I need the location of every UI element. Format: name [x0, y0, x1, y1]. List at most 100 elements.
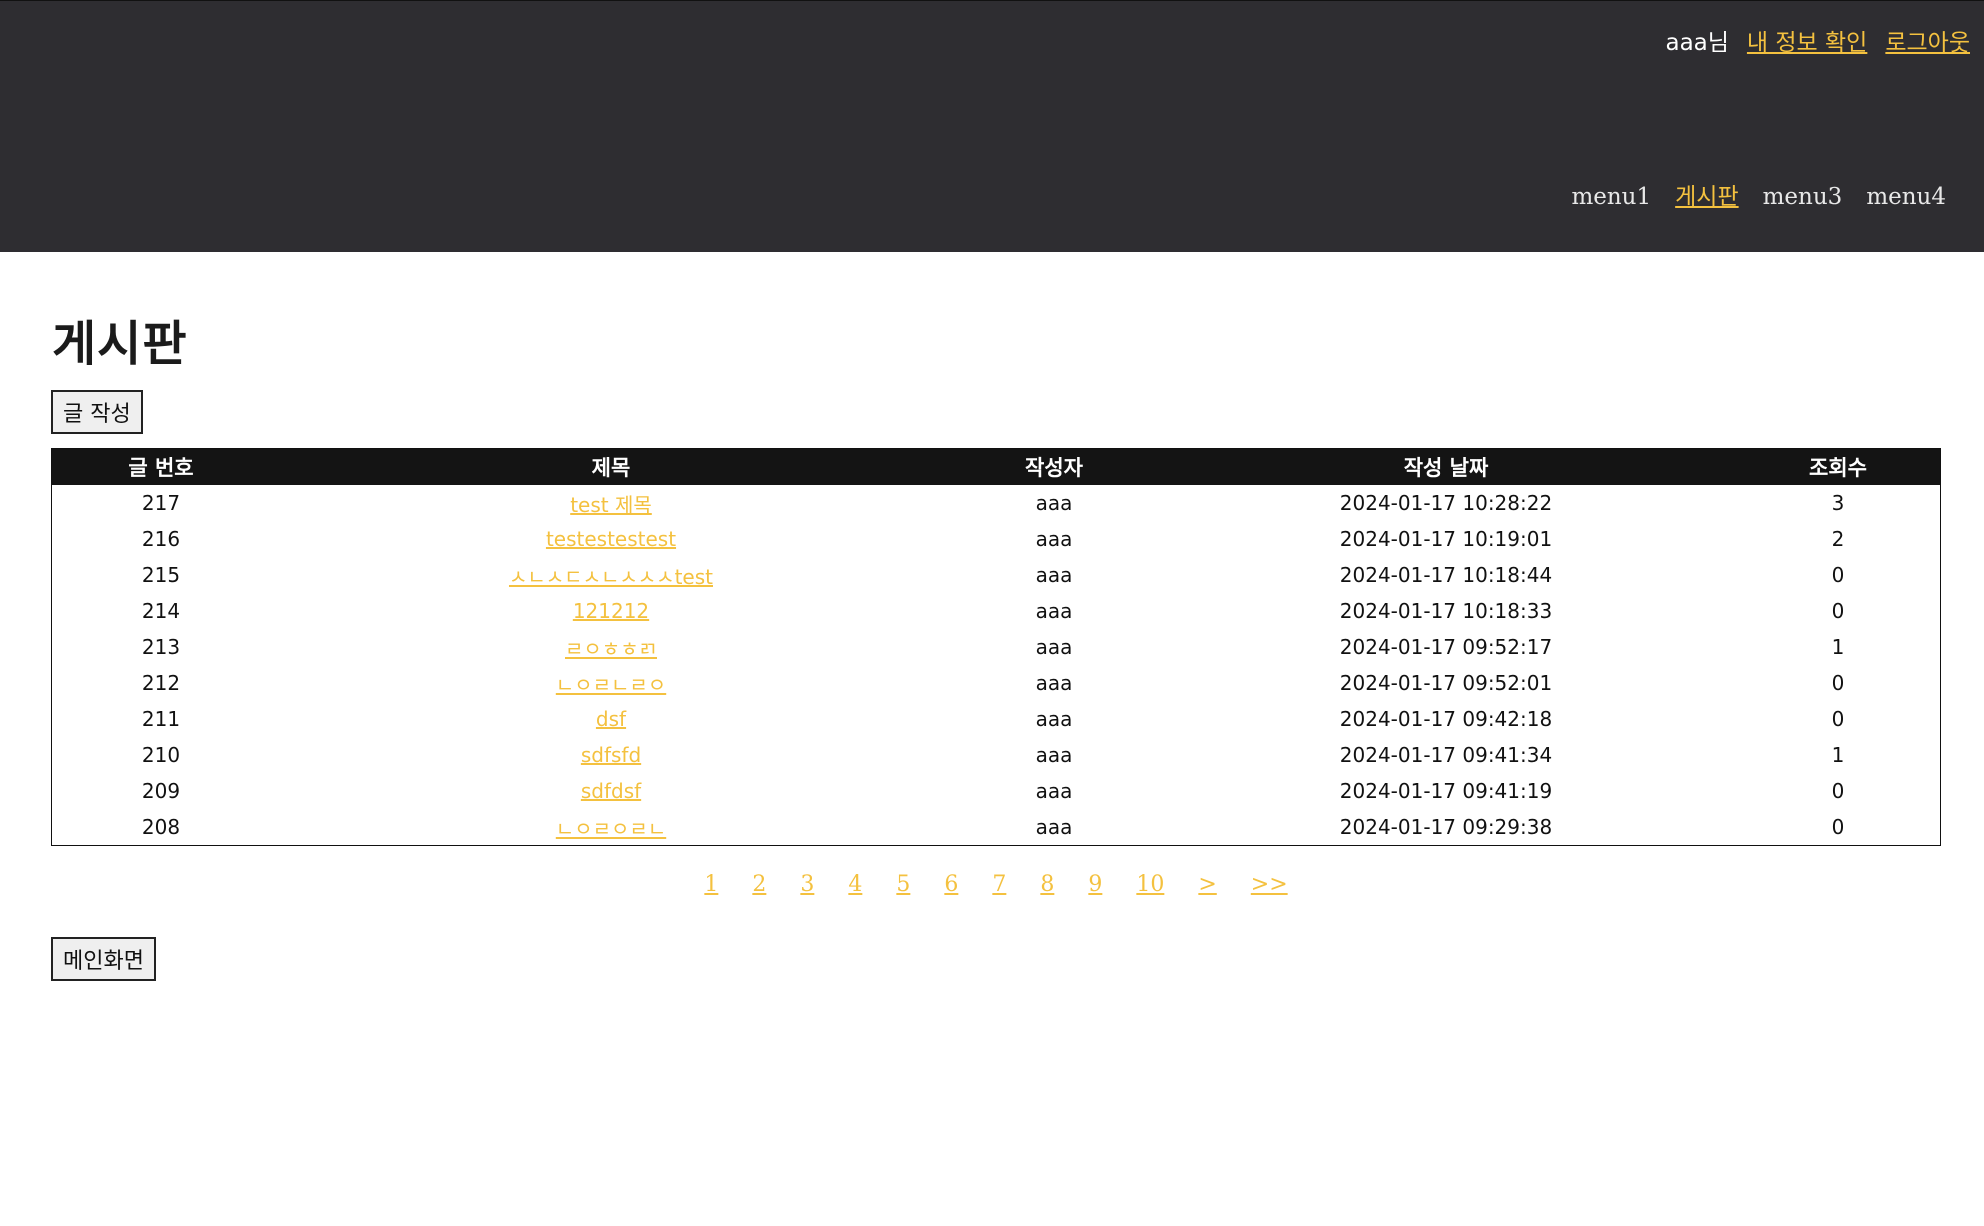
- post-title-link[interactable]: ㅅㄴㅅㄷㅅㄴㅅㅅㅅtest: [509, 565, 713, 589]
- user-name: aaa님: [1665, 30, 1729, 56]
- table-row: 215 ㅅㄴㅅㄷㅅㄴㅅㅅㅅtest aaa 2024-01-17 10:18:4…: [52, 557, 1941, 593]
- post-author: aaa: [1035, 815, 1073, 839]
- post-title-link[interactable]: sdfsfd: [581, 743, 641, 767]
- post-author: aaa: [1035, 779, 1073, 803]
- post-date: 2024-01-17 10:19:01: [1339, 527, 1553, 551]
- col-header-views: 조회수: [1736, 448, 1941, 485]
- post-title-cell: 121212: [270, 593, 952, 629]
- post-views: 1: [1831, 743, 1845, 767]
- post-author: aaa: [1035, 563, 1073, 587]
- col-header-author: 작성자: [952, 448, 1156, 485]
- main-content: 게시판 글 작성 글 번호 제목 작성자 작성 날짜 조회수 217 test …: [0, 304, 1984, 981]
- page-link-6[interactable]: 6: [944, 872, 958, 897]
- col-header-title: 제목: [270, 448, 952, 485]
- table-row: 216 testestestest aaa 2024-01-17 10:19:0…: [52, 521, 1941, 557]
- page-link-9[interactable]: 9: [1088, 872, 1102, 897]
- post-title-cell: ㅅㄴㅅㄷㅅㄴㅅㅅㅅtest: [270, 557, 952, 593]
- post-title-link[interactable]: 121212: [573, 599, 649, 623]
- post-views: 0: [1831, 563, 1845, 587]
- table-row: 214 121212 aaa 2024-01-17 10:18:33 0: [52, 593, 1941, 629]
- page-link-7[interactable]: 7: [992, 872, 1006, 897]
- post-views: 2: [1831, 527, 1845, 551]
- write-post-button[interactable]: 글 작성: [51, 390, 143, 434]
- table-row: 208 ㄴㅇㄹㅇㄹㄴ aaa 2024-01-17 09:29:38 0: [52, 809, 1941, 846]
- table-row: 217 test 제목 aaa 2024-01-17 10:28:22 3: [52, 485, 1941, 521]
- post-title-link[interactable]: sdfdsf: [581, 779, 641, 803]
- table-row: 210 sdfsfd aaa 2024-01-17 09:41:34 1: [52, 737, 1941, 773]
- logout-link[interactable]: 로그아웃: [1885, 23, 1970, 57]
- post-no: 217: [141, 491, 181, 515]
- post-no: 210: [141, 743, 181, 767]
- post-views: 0: [1831, 599, 1845, 623]
- post-author: aaa: [1035, 743, 1073, 767]
- post-author: aaa: [1035, 671, 1073, 695]
- post-no: 216: [141, 527, 181, 551]
- user-bar: aaa님 내 정보 확인 로그아웃: [1665, 23, 1970, 57]
- post-views: 0: [1831, 671, 1845, 695]
- post-date: 2024-01-17 09:29:38: [1339, 815, 1553, 839]
- post-title-cell: ㄴㅇㄹㅇㄹㄴ: [270, 809, 952, 846]
- table-row: 213 ㄹㅇㅎㅎㄺ aaa 2024-01-17 09:52:17 1: [52, 629, 1941, 665]
- table-row: 209 sdfdsf aaa 2024-01-17 09:41:19 0: [52, 773, 1941, 809]
- board-table: 글 번호 제목 작성자 작성 날짜 조회수 217 test 제목 aaa 20…: [51, 448, 1941, 846]
- post-title-link[interactable]: test 제목: [570, 493, 652, 517]
- post-no: 212: [141, 671, 181, 695]
- post-date: 2024-01-17 09:41:34: [1339, 743, 1553, 767]
- post-no: 211: [141, 707, 181, 731]
- post-author: aaa: [1035, 635, 1073, 659]
- post-title-link[interactable]: ㄴㅇㄹㄴㄹㅇ: [556, 673, 666, 697]
- page-link-4[interactable]: 4: [848, 872, 862, 897]
- nav-menu1[interactable]: menu1: [1571, 184, 1651, 210]
- post-title-cell: testestestest: [270, 521, 952, 557]
- post-author: aaa: [1035, 599, 1073, 623]
- page-link-3[interactable]: 3: [800, 872, 814, 897]
- post-date: 2024-01-17 10:18:33: [1339, 599, 1553, 623]
- my-info-link[interactable]: 내 정보 확인: [1747, 23, 1867, 57]
- col-header-date: 작성 날짜: [1156, 448, 1736, 485]
- post-title-link[interactable]: ㄹㅇㅎㅎㄺ: [565, 637, 657, 661]
- post-title-cell: test 제목: [270, 485, 952, 521]
- post-no: 209: [141, 779, 181, 803]
- post-title-cell: dsf: [270, 701, 952, 737]
- col-header-no: 글 번호: [51, 448, 270, 485]
- post-no: 213: [141, 635, 181, 659]
- page-link-1[interactable]: 1: [704, 872, 718, 897]
- post-title-link[interactable]: testestestest: [546, 527, 676, 551]
- table-header-row: 글 번호 제목 작성자 작성 날짜 조회수: [51, 448, 1941, 485]
- post-views: 0: [1831, 707, 1845, 731]
- post-author: aaa: [1035, 491, 1073, 515]
- table-row: 212 ㄴㅇㄹㄴㄹㅇ aaa 2024-01-17 09:52:01 0: [52, 665, 1941, 701]
- post-date: 2024-01-17 10:28:22: [1339, 491, 1553, 515]
- nav-board[interactable]: 게시판: [1675, 177, 1738, 211]
- last-page-link[interactable]: >>: [1251, 872, 1288, 897]
- post-views: 3: [1831, 491, 1845, 515]
- nav-menu3[interactable]: menu3: [1763, 184, 1843, 210]
- post-title-cell: sdfsfd: [270, 737, 952, 773]
- next-page-link[interactable]: >: [1198, 872, 1216, 897]
- page-link-8[interactable]: 8: [1040, 872, 1054, 897]
- main-button-wrap: 메인화면: [51, 937, 1933, 981]
- post-views: 1: [1831, 635, 1845, 659]
- post-title-link[interactable]: dsf: [596, 707, 626, 731]
- post-author: aaa: [1035, 707, 1073, 731]
- site-header: aaa님 내 정보 확인 로그아웃 menu1 게시판 menu3 menu4: [0, 0, 1984, 252]
- post-views: 0: [1831, 815, 1845, 839]
- page-link-5[interactable]: 5: [896, 872, 910, 897]
- post-title-cell: sdfdsf: [270, 773, 952, 809]
- post-title-cell: ㄴㅇㄹㄴㄹㅇ: [270, 665, 952, 701]
- post-no: 208: [141, 815, 181, 839]
- post-date: 2024-01-17 09:42:18: [1339, 707, 1553, 731]
- post-date: 2024-01-17 09:52:17: [1339, 635, 1553, 659]
- post-views: 0: [1831, 779, 1845, 803]
- main-page-button[interactable]: 메인화면: [51, 937, 156, 981]
- page-link-2[interactable]: 2: [752, 872, 766, 897]
- post-no: 215: [141, 563, 181, 587]
- post-date: 2024-01-17 09:41:19: [1339, 779, 1553, 803]
- nav-menu4[interactable]: menu4: [1866, 184, 1946, 210]
- pagination: 1 2 3 4 5 6 7 8 9 10 > >>: [51, 872, 1941, 897]
- page-title: 게시판: [52, 316, 188, 372]
- main-nav: menu1 게시판 menu3 menu4: [1571, 177, 1946, 211]
- post-title-link[interactable]: ㄴㅇㄹㅇㄹㄴ: [556, 817, 666, 841]
- page-link-10[interactable]: 10: [1136, 872, 1164, 897]
- post-no: 214: [141, 599, 181, 623]
